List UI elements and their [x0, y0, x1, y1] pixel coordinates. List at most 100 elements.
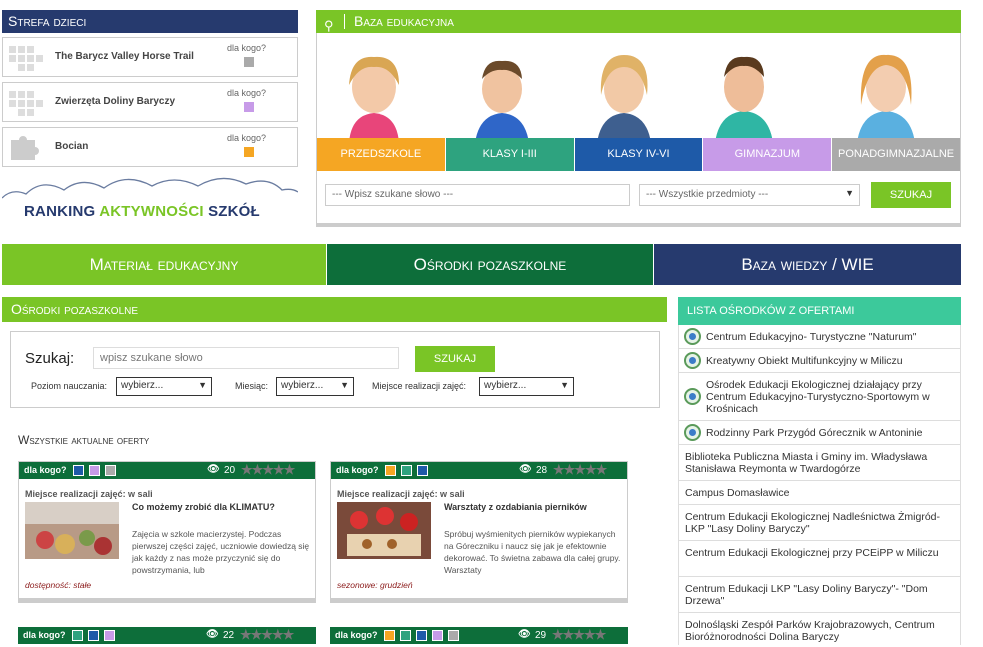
offer-card[interactable]: dla kogo? 👁 20 ★★★★★ Miejsce realizacji …: [18, 461, 316, 603]
audience-square: [244, 147, 254, 157]
osrodki-search-input[interactable]: wpisz szukane słowo: [93, 347, 399, 369]
nav-material-edukacyjny[interactable]: Materiał edukacyjny: [2, 244, 326, 285]
rating-stars[interactable]: ★★★★★: [553, 462, 607, 478]
offer-description: Spróbuj wyśmienitych pierników wypiekany…: [444, 529, 621, 575]
search-button[interactable]: SZUKAJ: [871, 182, 951, 208]
list-item[interactable]: Centrum Edukacji Ekologicznej Nadleśnict…: [678, 505, 961, 541]
teen-photo: [857, 54, 915, 143]
list-item[interactable]: Campus Domasławice: [678, 481, 961, 505]
list-item[interactable]: Kreatywny Obiekt Multifunkcyjny w Milicz…: [678, 349, 961, 373]
view-count: 20: [224, 465, 236, 476]
divider: [344, 14, 345, 29]
audience-square: [244, 102, 254, 112]
tab-gimnazjum[interactable]: GIMNAZJUM: [703, 138, 833, 171]
list-item[interactable]: Rodzinny Park Przygód Górecznik w Antoni…: [678, 421, 961, 445]
ranking-logo-text[interactable]: RANKING AKTYWNOŚCI SZKÓŁ: [24, 203, 260, 220]
ranking-word-accent: AKTYWNOŚCI: [99, 203, 204, 220]
select-value: wybierz...: [121, 380, 164, 391]
list-item-label: Ośrodek Edukacji Ekologicznej działający…: [706, 379, 930, 415]
tab-ponadgimnazjalne[interactable]: PONADGIMNAZJALNE: [832, 138, 960, 171]
audience-square: [400, 630, 411, 641]
poziom-select[interactable]: wybierz... ▼: [116, 377, 212, 396]
ranking-word: RANKING: [24, 203, 100, 220]
audience-square: [89, 465, 100, 476]
rating-stars[interactable]: ★★★★★: [552, 627, 606, 643]
offer-availability: dostępność: stałe: [25, 580, 92, 590]
list-item-label: Rodzinny Park Przygód Górecznik w Antoni…: [706, 427, 923, 439]
tab-klasy-4-6[interactable]: KLASY IV-VI: [574, 138, 704, 171]
list-item[interactable]: Centrum Edukacyjno- Turystyczne "Naturum…: [678, 325, 961, 349]
select-value: wybierz...: [281, 380, 324, 391]
eye-icon: 👁: [207, 464, 220, 475]
nav-osrodki-pozaszkolne[interactable]: Ośrodki pozaszkolne: [327, 244, 653, 285]
puzzle-grid-icon: [9, 46, 43, 71]
list-item-label: Biblioteka Publiczna Miasta i Gminy im. …: [685, 451, 928, 475]
kid-item[interactable]: Zwierzęta Doliny Baryczy dla kogo?: [2, 82, 298, 122]
osrodki-search-button[interactable]: SZUKAJ: [415, 346, 495, 372]
audience-square: [244, 57, 254, 67]
child-photo: [475, 60, 529, 143]
miesiac-select[interactable]: wybierz... ▼: [276, 377, 354, 396]
kid-item[interactable]: The Barycz Valley Horse Trail dla kogo?: [2, 37, 298, 77]
dropdown-arrow-icon: ▼: [845, 188, 854, 198]
nav-baza-wiedzy[interactable]: Baza wiedzy / WIE: [654, 244, 961, 285]
list-item-label: Dolnośląski Zespół Parków Krajobrazowych…: [685, 619, 935, 643]
audience-square: [104, 630, 115, 641]
offer-title[interactable]: Co możemy zrobić dla KLIMATU?: [132, 502, 275, 512]
subject-select[interactable]: --- Wszystkie przedmioty --- ▼: [639, 184, 860, 206]
kid-item-title: Bocian: [55, 141, 89, 152]
dropdown-arrow-icon: ▼: [340, 380, 349, 390]
audience-square: [448, 630, 459, 641]
list-item-label: Centrum Edukacji Ekologicznej Nadleśnict…: [685, 511, 941, 535]
miejsce-select[interactable]: wybierz... ▼: [479, 377, 574, 396]
list-item-label: Centrum Edukacji Ekologicznej przy PCEiP…: [685, 547, 939, 559]
offer-card-bar: dla kogo? 👁 20 ★★★★★: [19, 462, 315, 479]
audience-square: [73, 465, 84, 476]
list-item[interactable]: Dolnośląski Zespół Parków Krajobrazowych…: [678, 613, 961, 645]
offer-card[interactable]: dla kogo? 👁 22 ★★★★★: [18, 627, 316, 647]
list-item[interactable]: Biblioteka Publiczna Miasta i Gminy im. …: [678, 445, 961, 481]
audience-square: [401, 465, 412, 476]
tab-klasy-1-3[interactable]: KLASY I-III: [445, 138, 575, 171]
teen-photo: [715, 56, 773, 143]
offer-card[interactable]: dla kogo? 👁 29 ★★★★★: [330, 627, 628, 647]
center-logo-icon: [684, 424, 701, 441]
offer-title[interactable]: Warsztaty z ozdabiania pierników: [444, 502, 587, 512]
offer-card-bar: dla kogo? 👁 28 ★★★★★: [331, 462, 627, 479]
who-label: dla kogo?: [335, 630, 378, 640]
audience-square: [385, 465, 396, 476]
list-item[interactable]: Ośrodek Edukacji Ekologicznej działający…: [678, 373, 961, 421]
who-label: dla kogo?: [336, 465, 379, 475]
list-item-label: Centrum Edukacyjno- Turystyczne "Naturum…: [706, 331, 917, 343]
filter-label: Poziom nauczania:: [31, 381, 108, 391]
audience-square: [105, 465, 116, 476]
list-item[interactable]: Centrum Edukacji LKP "Lasy Doliny Barycz…: [678, 577, 961, 613]
who-label: dla kogo?: [227, 133, 267, 143]
list-item-label: Campus Domasławice: [685, 487, 790, 499]
list-item-label: Centrum Edukacji LKP "Lasy Doliny Barycz…: [685, 583, 928, 607]
view-count: 22: [223, 630, 235, 641]
strefa-dzieci-header: Strefa dzieci: [2, 10, 298, 33]
audience-square: [417, 465, 428, 476]
osrodki-header: Ośrodki pozaszkolne: [2, 297, 667, 322]
puzzle-grid-icon: [9, 91, 43, 116]
dropdown-arrow-icon: ▼: [198, 380, 207, 390]
level-tabs: PRZEDSZKOLE KLASY I-III KLASY IV-VI GIMN…: [317, 138, 960, 171]
select-value: wybierz...: [484, 380, 527, 391]
kid-item[interactable]: Bocian dla kogo?: [2, 127, 298, 167]
view-count: 29: [535, 630, 547, 641]
filter-label: Miesiąc:: [235, 381, 269, 391]
rating-stars[interactable]: ★★★★★: [240, 627, 294, 643]
ranking-word: SZKÓŁ: [203, 203, 260, 220]
rating-stars[interactable]: ★★★★★: [241, 462, 295, 478]
tab-przedszkole[interactable]: PRZEDSZKOLE: [317, 138, 446, 171]
offer-place: Miejsce realizacji zajęć: w sali: [337, 489, 465, 499]
list-item[interactable]: Centrum Edukacji Ekologicznej przy PCEiP…: [678, 541, 961, 577]
offer-card[interactable]: dla kogo? 👁 28 ★★★★★ Miejsce realizacji …: [330, 461, 628, 603]
offer-photo: [25, 502, 119, 559]
who-label: dla kogo?: [227, 43, 267, 53]
search-input[interactable]: --- Wpisz szukane słowo ---: [325, 184, 630, 206]
osrodki-search-panel: [10, 331, 660, 408]
dropdown-arrow-icon: ▼: [560, 380, 569, 390]
offer-photo: [337, 502, 431, 559]
